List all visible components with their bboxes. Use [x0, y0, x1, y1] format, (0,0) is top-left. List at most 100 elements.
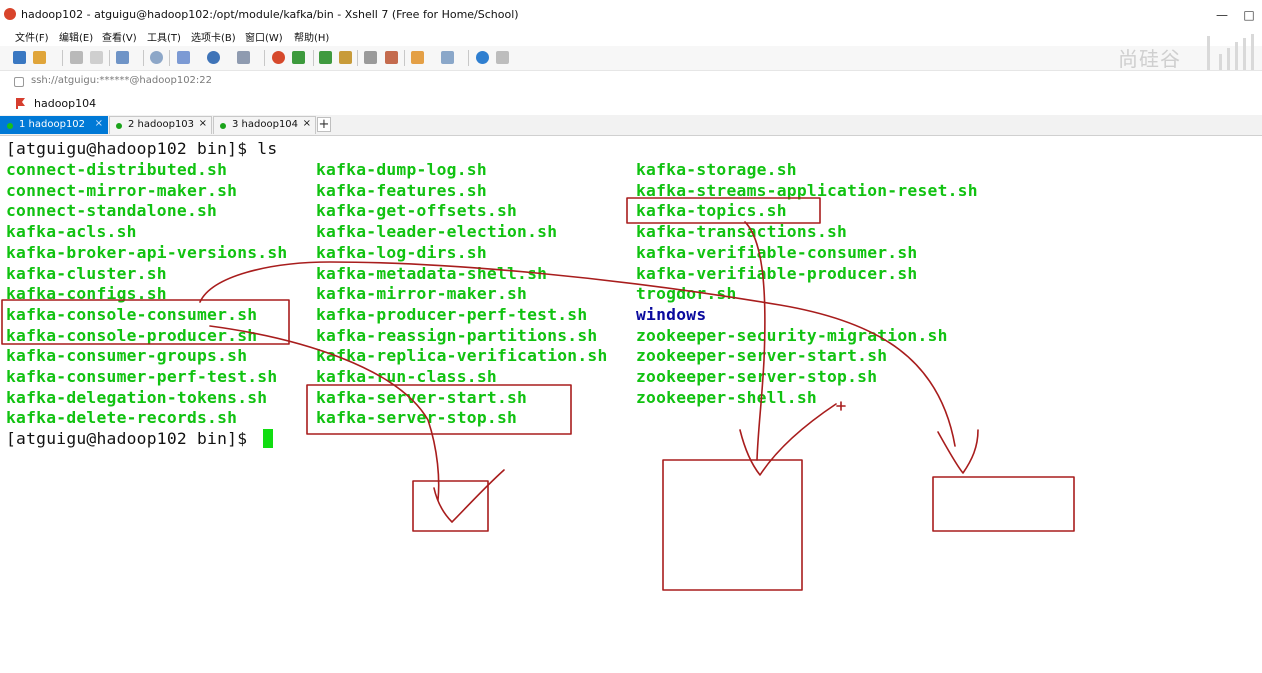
lock-icon — [14, 77, 24, 87]
new-session-icon[interactable] — [13, 51, 26, 64]
terminal-file-entry: kafka-mirror-maker.sh — [316, 284, 528, 304]
new-tab-icon[interactable] — [411, 51, 424, 64]
keyboard-icon[interactable] — [364, 51, 377, 64]
terminal-file-entry: kafka-console-consumer.sh — [6, 304, 258, 324]
toolbar-separator — [264, 50, 265, 66]
fullscreen-icon[interactable] — [319, 51, 332, 64]
reconnect-icon[interactable] — [70, 51, 83, 64]
terminal-file-entry: kafka-features.sh — [316, 180, 487, 200]
terminal-file-entry: kafka-get-offsets.sh — [316, 201, 518, 221]
toolbar — [0, 46, 1262, 70]
terminal-file-entry: kafka-leader-election.sh — [316, 222, 558, 242]
title-bar: hadoop102 - atguigu@hadoop102:/opt/modul… — [0, 4, 1262, 26]
terminal-file-entry: kafka-server-stop.sh — [316, 408, 518, 428]
terminal-file-entry: connect-distributed.sh — [6, 160, 228, 179]
terminal-file-entry: zookeeper-server-start.sh — [636, 346, 888, 366]
copy-icon[interactable] — [177, 51, 190, 64]
tab-bar: 1 hadoop102 × 2 hadoop103 × 3 hadoop104 … — [0, 115, 1262, 136]
terminal-file-entry: zookeeper-server-stop.sh — [636, 367, 878, 386]
session-address: ssh://atguigu:******@hadoop102:22 — [31, 75, 213, 86]
terminal-prompt: [atguigu@hadoop102 bin]$ — [6, 429, 258, 448]
close-tab-icon[interactable]: × — [95, 118, 103, 129]
terminal-file-entry: kafka-producer-perf-test.sh — [316, 304, 588, 324]
terminal-file-entry: kafka-verifiable-producer.sh — [636, 263, 918, 283]
terminal-cursor — [263, 429, 273, 448]
toolbar-separator — [357, 50, 358, 66]
xftp-icon[interactable] — [272, 51, 285, 64]
terminal-file-entry: kafka-replica-verification.sh — [316, 346, 608, 366]
terminal-file-entry: kafka-consumer-groups.sh — [6, 346, 248, 366]
disconnect-icon[interactable] — [90, 51, 103, 64]
menu-window[interactable]: 窗口(W) — [245, 29, 283, 44]
menu-tools[interactable]: 工具(T) — [147, 29, 181, 44]
menu-file[interactable]: 文件(F) — [15, 29, 49, 44]
terminal-file-entry: kafka-verifiable-consumer.sh — [636, 242, 918, 262]
terminal-file-entry: kafka-streams-application-reset.sh — [636, 180, 978, 200]
terminal-file-entry: kafka-configs.sh — [6, 284, 167, 304]
tab-hadoop102[interactable]: 1 hadoop102 × — [0, 116, 108, 134]
terminal-area[interactable]: [atguigu@hadoop102 bin]$ ls connect-dist… — [0, 136, 1262, 673]
help-icon[interactable] — [476, 51, 489, 64]
toolbar-separator — [143, 50, 144, 66]
terminal-file-entry: kafka-topics.sh — [636, 201, 787, 221]
chat-icon[interactable] — [496, 51, 509, 64]
terminal-prompt: [atguigu@hadoop102 bin]$ ls — [6, 139, 278, 158]
lock-icon[interactable] — [339, 51, 352, 64]
terminal-file-entry: kafka-transactions.sh — [636, 222, 848, 242]
new-tab-button[interactable]: + — [317, 117, 331, 132]
close-tab-icon[interactable]: × — [303, 118, 311, 129]
terminal-file-entry: kafka-delete-records.sh — [6, 408, 238, 428]
terminal-file-entry: windows — [636, 304, 707, 324]
globe-icon[interactable] — [207, 51, 220, 64]
connected-dot-icon — [220, 123, 226, 129]
toolbar-separator — [62, 50, 63, 66]
session-link[interactable]: hadoop104 — [34, 97, 96, 110]
terminal-file-entry: kafka-broker-api-versions.sh — [6, 242, 288, 262]
maximize-button[interactable]: □ — [1242, 8, 1256, 22]
toolbar-separator — [313, 50, 314, 66]
terminal-file-entry: kafka-acls.sh — [6, 222, 137, 242]
watermark-logo: 尚硅谷 — [1118, 47, 1181, 71]
close-tab-icon[interactable]: × — [199, 118, 207, 129]
connected-dot-icon — [116, 123, 122, 129]
menu-help[interactable]: 帮助(H) — [294, 29, 329, 44]
terminal-file-entry: kafka-delegation-tokens.sh — [6, 387, 268, 407]
open-folder-icon[interactable] — [33, 51, 46, 64]
bookmark-flag-icon — [16, 98, 25, 109]
session-bar: hadoop104 — [0, 93, 1262, 115]
tab-hadoop103[interactable]: 2 hadoop103 × — [109, 116, 212, 134]
layout-icon[interactable] — [441, 51, 454, 64]
menu-edit[interactable]: 编辑(E) — [59, 29, 93, 44]
terminal-file-entry: kafka-storage.sh — [636, 160, 797, 179]
menu-view[interactable]: 查看(V) — [102, 29, 137, 44]
transfer-icon[interactable] — [292, 51, 305, 64]
watermark-bars-icon — [1207, 34, 1254, 70]
menu-tabs[interactable]: 选项卡(B) — [191, 29, 236, 44]
terminal-file-entry: zookeeper-shell.sh — [636, 387, 817, 407]
terminal-file-entry: zookeeper-security-migration.sh — [636, 325, 948, 345]
terminal-file-entry: kafka-reassign-partitions.sh — [316, 325, 598, 345]
terminal-file-entry: kafka-server-start.sh — [316, 387, 528, 407]
toolbar-separator — [404, 50, 405, 66]
toolbar-separator — [169, 50, 170, 66]
terminal-file-entry: connect-mirror-maker.sh — [6, 180, 238, 200]
properties-icon[interactable] — [116, 51, 129, 64]
toolbar-separator — [109, 50, 110, 66]
terminal-file-entry: connect-standalone.sh — [6, 201, 218, 221]
font-icon[interactable] — [237, 51, 250, 64]
minimize-button[interactable]: — — [1215, 8, 1229, 22]
tab-hadoop104[interactable]: 3 hadoop104 × — [213, 116, 316, 134]
terminal-file-entry: trogdor.sh — [636, 284, 737, 304]
terminal-file-entry: kafka-consumer-perf-test.sh — [6, 367, 278, 386]
terminal-file-entry: kafka-metadata-shell.sh — [316, 263, 548, 283]
terminal-file-entry: kafka-log-dirs.sh — [316, 242, 487, 262]
window-title: hadoop102 - atguigu@hadoop102:/opt/modul… — [21, 8, 519, 21]
toolbar-separator — [468, 50, 469, 66]
compose-icon[interactable] — [385, 51, 398, 64]
find-icon[interactable] — [150, 51, 163, 64]
menu-bar: 文件(F) 编辑(E) 查看(V) 工具(T) 选项卡(B) 窗口(W) 帮助(… — [0, 26, 1262, 46]
connected-dot-icon — [7, 123, 13, 129]
address-bar[interactable]: ssh://atguigu:******@hadoop102:22 — [0, 70, 1262, 94]
terminal-file-entry: kafka-dump-log.sh — [316, 160, 487, 179]
terminal-file-entry: kafka-cluster.sh — [6, 263, 167, 283]
